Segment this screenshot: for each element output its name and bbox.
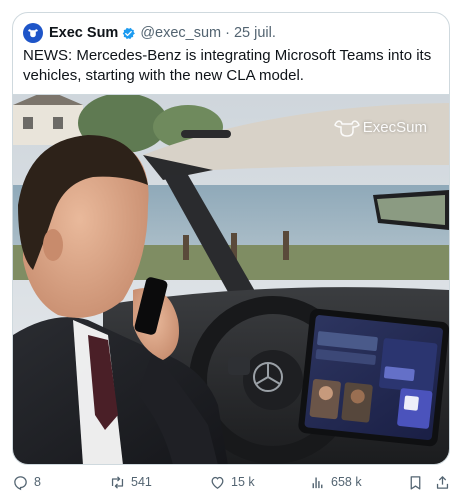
bull-logo-icon xyxy=(28,29,38,38)
media-watermark: ExecSum xyxy=(333,117,427,137)
views-button[interactable]: 658 k xyxy=(309,470,362,494)
author-name[interactable]: Exec Sum xyxy=(49,25,118,41)
reply-icon xyxy=(14,475,27,490)
separator-dot: · xyxy=(225,25,230,41)
verified-badge-icon xyxy=(121,26,136,41)
tweet-media-image[interactable]: ExecSum xyxy=(13,94,449,464)
tweet-text: NEWS: Mercedes-Benz is integrating Micro… xyxy=(23,47,432,84)
reply-button[interactable]: 8 xyxy=(12,470,41,494)
views-count: 658 k xyxy=(331,475,362,489)
tweet-card[interactable]: Exec Sum @exec_sum · 25 juil. NEWS: Merc… xyxy=(12,12,450,465)
tweet-actions-bar: 8 541 15 k 658 k xyxy=(0,470,463,494)
bookmark-icon xyxy=(410,475,421,490)
watermark-text: ExecSum xyxy=(362,118,427,136)
repost-count: 541 xyxy=(131,475,152,489)
repost-button[interactable]: 541 xyxy=(109,470,152,494)
author-handle[interactable]: @exec_sum xyxy=(140,25,221,41)
author-avatar[interactable] xyxy=(23,23,43,43)
share-button[interactable] xyxy=(434,470,451,494)
tweet-header: Exec Sum @exec_sum · 25 juil. xyxy=(23,22,276,44)
share-icon xyxy=(436,475,449,489)
like-button[interactable]: 15 k xyxy=(209,470,255,494)
views-icon xyxy=(312,477,323,488)
reply-count: 8 xyxy=(34,475,41,489)
like-count: 15 k xyxy=(231,475,255,489)
like-icon xyxy=(211,476,224,489)
car-teams-photo xyxy=(13,95,449,464)
tweet-date[interactable]: 25 juil. xyxy=(234,25,276,41)
bookmark-button[interactable] xyxy=(407,470,424,494)
bull-logo-icon xyxy=(333,120,360,137)
repost-icon xyxy=(111,475,124,489)
